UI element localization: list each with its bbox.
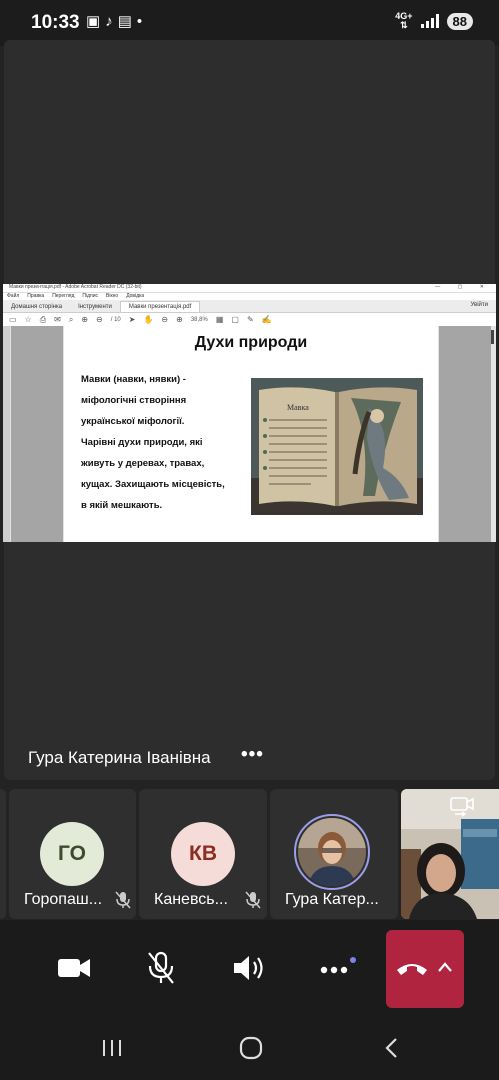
menu-sign: Підпис: [82, 293, 99, 299]
mic-off-icon: [115, 891, 131, 909]
save-icon: ▭: [9, 315, 17, 324]
tab-document: Мавки презентація.pdf: [119, 301, 201, 312]
presenter-more-button[interactable]: •••: [241, 744, 264, 766]
book-heading: Мавка: [287, 403, 309, 412]
mail-icon: ✉: [54, 315, 61, 324]
back-icon[interactable]: [382, 1036, 400, 1060]
menu-window: Вікно: [106, 293, 119, 299]
left-panel-toggle: [3, 326, 10, 542]
avatar: ГО: [40, 822, 104, 886]
participant-tile-partial[interactable]: [0, 789, 6, 919]
menu-edit: Правка: [27, 293, 45, 299]
recent-apps-icon[interactable]: [101, 1038, 123, 1058]
participant-name: Каневсь...: [154, 891, 228, 908]
cursor-icon: ➤: [128, 315, 136, 324]
book-illustration: Мавка: [251, 378, 423, 515]
slide-title: Духи природи: [194, 334, 308, 351]
print-icon: ⎙: [39, 314, 47, 324]
call-controls: [0, 920, 499, 1018]
zoom-level: 38,8%: [190, 316, 208, 323]
page-up-icon: ⊕: [81, 315, 89, 324]
page-indicator: / 10: [110, 316, 121, 323]
hand-icon: ✋: [143, 315, 154, 324]
window-buttons: — ▢ ✕: [435, 284, 492, 290]
status-time: 10:33: [31, 12, 80, 33]
sign-in-link: Увійти: [470, 302, 488, 308]
home-icon[interactable]: [239, 1036, 263, 1060]
fit-icon: ▦: [215, 315, 224, 324]
menu-help: Довідка: [126, 293, 145, 299]
mute-button[interactable]: [135, 940, 187, 996]
menu-view: Перегляд: [52, 293, 75, 299]
more-button[interactable]: [310, 940, 362, 996]
tiktok-icon: ♪: [105, 13, 118, 30]
open-book-picture: Мавка: [251, 378, 423, 515]
presenter-name: Гура Катерина Іванівна: [28, 748, 211, 767]
participant-tile[interactable]: КВ Каневсь...: [139, 789, 267, 919]
participant-tile[interactable]: Гура Катер...: [270, 789, 398, 919]
system-nav-bar: [0, 1018, 499, 1080]
zoom-in-icon: ⊕: [176, 315, 183, 324]
acrobat-titlebar: Мавки презентація.pdf - Adobe Acrobat Re…: [3, 284, 496, 293]
calendar-icon: ▤: [117, 13, 137, 30]
avatar: КВ: [171, 822, 235, 886]
self-view-tile[interactable]: [401, 789, 499, 919]
acrobat-tabs: Домашня сторінка Інструменти Мавки презе…: [3, 300, 496, 313]
notification-dot-icon: [350, 957, 356, 963]
participant-name: Горопаш...: [24, 891, 103, 908]
speaker-button[interactable]: [223, 940, 275, 996]
status-right: 4G+ ⇅ 88: [395, 12, 473, 30]
search-icon: ⌕: [68, 314, 74, 324]
sign-icon: ✍: [261, 315, 272, 324]
chevron-up-icon[interactable]: [436, 960, 454, 974]
document-scrollbar: [491, 330, 494, 344]
tab-home: Домашня сторінка: [11, 304, 63, 310]
speaker-icon: [234, 956, 263, 980]
battery-indicator: 88: [446, 12, 473, 30]
tab-tools: Інструменти: [78, 304, 112, 310]
notification-icons: ▣♪▤•: [86, 12, 147, 30]
video-notification-icon: ▣: [86, 13, 106, 30]
zoom-out-icon: ⊖: [161, 315, 169, 324]
shared-screen[interactable]: Мавки презентація.pdf - Adobe Acrobat Re…: [3, 284, 496, 542]
window-title: Мавки презентація.pdf - Adobe Acrobat Re…: [9, 284, 142, 290]
right-gutter: [439, 326, 491, 542]
network-indicator: 4G+ ⇅: [395, 12, 412, 30]
document-area: Духи природи Мавки (навки, нявки) - міфо…: [3, 326, 496, 542]
camera-button[interactable]: [48, 940, 100, 996]
menu-file: Файл: [7, 293, 20, 299]
hang-up-icon: [397, 964, 427, 975]
dot-icon: •: [136, 13, 148, 30]
participant-name: Гура Катер...: [285, 891, 379, 908]
bookmark-icon: ☆: [24, 315, 32, 324]
more-icon: [320, 957, 356, 974]
avatar: [298, 818, 366, 886]
page-down-icon: ⊖: [96, 315, 103, 324]
mic-off-icon: [148, 951, 174, 984]
comment-icon: ▢: [231, 315, 239, 324]
pdf-page: Духи природи Мавки (навки, нявки) - міфо…: [64, 326, 438, 542]
mic-off-icon: [245, 891, 261, 909]
hang-up-button[interactable]: [386, 930, 464, 1008]
left-gutter: [11, 326, 63, 542]
participant-tile[interactable]: ГО Горопаш...: [9, 789, 136, 919]
acrobat-menubar: Файл Правка Перегляд Підпис Вікно Довідк…: [3, 293, 496, 300]
acrobat-toolbar: ▭ ☆ ⎙ ✉ ⌕ ⊕ ⊖ / 10 ➤ ✋ ⊖ ⊕ 38,8% ▦ ▢ ✎ ✍: [3, 313, 496, 327]
video-camera-icon: [58, 959, 90, 977]
pen-icon: ✎: [246, 315, 254, 324]
signal-icon: [420, 14, 439, 28]
data-arrows-icon: ⇅: [400, 20, 408, 30]
slide-body: Мавки (навки, нявки) - міфологічні створ…: [81, 374, 225, 511]
switch-camera-icon[interactable]: [449, 795, 475, 817]
